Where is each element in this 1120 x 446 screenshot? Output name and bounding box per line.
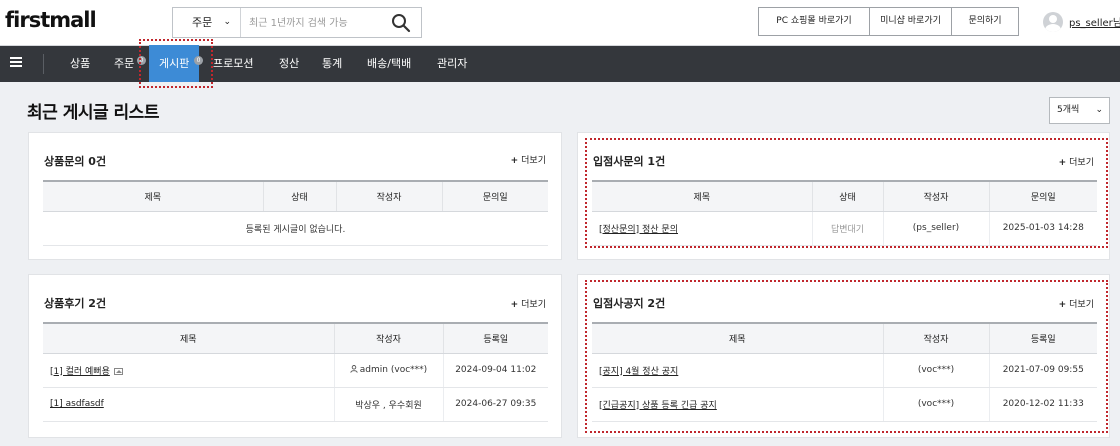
search-box: 주문 ⌄ (172, 7, 422, 38)
nav-item-stats[interactable]: 통계 (322, 46, 342, 82)
nav-item-shipping[interactable]: 배송/택배 (367, 46, 411, 82)
nav-divider (43, 54, 44, 74)
panel-product-qna: 상품문의 0건 + 더보기 제목 상태 작성자 문의일 등록된 게시글이 없습니다… (28, 132, 562, 260)
more-link[interactable]: + 더보기 (511, 297, 546, 310)
contact-link[interactable]: 문의하기 (952, 8, 1018, 35)
author-id: (voc***) (390, 365, 428, 375)
image-attachment-icon (113, 367, 123, 375)
product-review-table: 제목 작성자 등록일 [1] 컬러 예뻐용 admin (voc***) 202… (43, 322, 548, 422)
search-input[interactable] (249, 15, 379, 31)
more-link[interactable]: + 더보기 (511, 153, 546, 166)
chevron-down-icon: ⌄ (1095, 105, 1103, 115)
search-category-select[interactable]: 주문 ⌄ (173, 8, 241, 37)
minishop-link[interactable]: 미니샵 바로가기 (870, 8, 952, 35)
search-category-label: 주문 (192, 16, 213, 29)
search-icon[interactable] (391, 13, 411, 33)
highlight-box-seller-qna (585, 138, 1108, 248)
page-title: 최근 게시글 리스트 (27, 103, 159, 123)
date-cell: 2024-09-04 11:02 (442, 353, 548, 388)
nav-item-promotion[interactable]: 프로모션 (213, 46, 253, 82)
more-label: 더보기 (521, 300, 546, 310)
highlight-box-seller-notice (585, 280, 1108, 433)
chevron-down-icon: ⌄ (223, 17, 231, 27)
avatar[interactable] (1043, 12, 1063, 32)
pc-shop-link[interactable]: PC 쇼핑몰 바로가기 (759, 8, 870, 35)
post-title-link[interactable]: [1] asdfasdf (50, 399, 104, 409)
more-label: 더보기 (521, 156, 546, 166)
per-page-label: 5개씩 (1057, 105, 1080, 115)
nav-item-orders[interactable]: 주문 (114, 46, 134, 82)
post-title-link[interactable]: [1] 컬러 예뻐용 (50, 367, 110, 377)
per-page-select[interactable]: 5개씩 ⌄ (1049, 97, 1110, 124)
panel-title: 상품문의 0건 (44, 155, 107, 168)
nav-item-label: 주문 (114, 57, 135, 70)
column-header: 제목 (43, 180, 263, 212)
nav-item-settlement[interactable]: 정산 (279, 46, 299, 82)
column-header: 등록일 (442, 322, 548, 354)
column-header: 작성자 (333, 322, 443, 354)
table-row: [1] 컬러 예뻐용 admin (voc***) 2024-09-04 11:… (43, 353, 548, 388)
nav-item-admin[interactable]: 관리자 (437, 46, 467, 82)
logo[interactable]: firstmall (5, 8, 97, 32)
highlight-box-nav (139, 39, 213, 88)
empty-message: 등록된 게시글이 없습니다. (43, 211, 548, 246)
product-qna-table: 제목 상태 작성자 문의일 등록된 게시글이 없습니다. (43, 180, 548, 246)
panel-title: 상품후기 2건 (44, 297, 107, 310)
column-header: 제목 (43, 322, 334, 354)
author-name: admin (359, 365, 388, 375)
column-header: 상태 (262, 180, 336, 212)
person-icon (350, 365, 358, 373)
column-header: 문의일 (441, 180, 548, 212)
author-cell: 박상우 , 우수회원 (333, 387, 443, 422)
username-link[interactable]: ps_seller님 (1069, 14, 1120, 29)
column-header: 작성자 (335, 180, 442, 212)
author-cell: admin (voc***) (333, 353, 443, 388)
date-cell: 2024-06-27 09:35 (442, 387, 548, 422)
panel-product-review: 상품후기 2건 + 더보기 제목 작성자 등록일 [1] 컬러 예뻐용 admin… (28, 274, 562, 438)
nav-item-products[interactable]: 상품 (70, 46, 90, 82)
menu-icon[interactable] (10, 57, 22, 67)
top-links: PC 쇼핑몰 바로가기 미니샵 바로가기 문의하기 (758, 7, 1019, 36)
table-row: [1] asdfasdf 박상우 , 우수회원 2024-06-27 09:35 (43, 387, 548, 422)
